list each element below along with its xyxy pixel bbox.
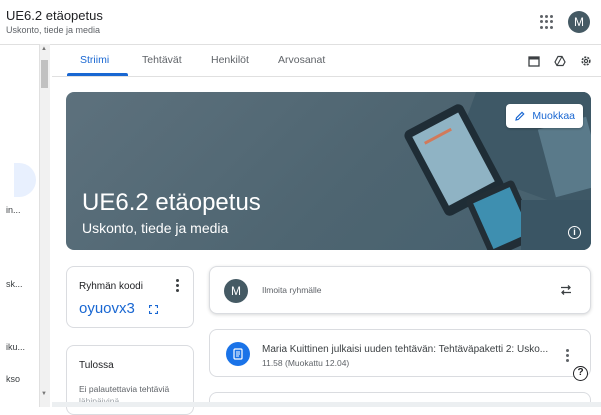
upcoming-text: Ei palautettavia tehtäviä: [79, 384, 170, 394]
banner-subtitle: Uskonto, tiede ja media: [82, 220, 229, 236]
sidebar-scrollbar-thumb[interactable]: [41, 60, 48, 88]
edit-banner-label: Muokkaa: [532, 110, 575, 122]
tab-grades[interactable]: Arvosanat: [278, 54, 325, 66]
active-tab-indicator: [67, 73, 128, 76]
stream-post[interactable]: Maria Kuittinen julkaisi uuden tehtävän:…: [209, 329, 591, 377]
upcoming-title: Tulossa: [79, 360, 114, 371]
scroll-up-icon[interactable]: ▲: [41, 46, 47, 52]
more-vert-icon[interactable]: [566, 349, 569, 364]
class-code-card: Ryhmän koodi oyuovx3: [66, 266, 194, 328]
repost-icon[interactable]: [559, 283, 573, 297]
bottom-strip: [52, 402, 601, 407]
calendar-icon[interactable]: [528, 55, 540, 67]
class-code-label: Ryhmän koodi: [79, 281, 143, 292]
course-title[interactable]: UE6.2 etäopetus: [6, 8, 103, 23]
scroll-down-icon[interactable]: ▼: [41, 391, 47, 397]
tab-stream[interactable]: Striimi: [80, 54, 109, 66]
top-app-bar: UE6.2 etäopetus Uskonto, tiede ja media …: [0, 0, 601, 44]
class-code-value[interactable]: oyuovx3: [79, 300, 135, 317]
avatar: M: [224, 279, 248, 303]
tab-bar: [52, 44, 601, 77]
help-icon[interactable]: ?: [573, 366, 588, 381]
post-timestamp: 11.58 (Muokattu 12.04): [262, 358, 350, 368]
info-icon[interactable]: i: [568, 226, 581, 239]
drive-icon[interactable]: [554, 55, 566, 67]
sidebar-item[interactable]: iku...: [6, 342, 25, 352]
pencil-icon: [515, 111, 525, 121]
announce-input[interactable]: Ilmoita ryhmälle: [262, 285, 322, 295]
more-vert-icon[interactable]: [176, 279, 179, 294]
assignment-icon: [226, 342, 250, 366]
announce-card[interactable]: M Ilmoita ryhmälle: [209, 266, 591, 314]
course-subtitle: Uskonto, tiede ja media: [6, 25, 101, 35]
apps-grid-icon[interactable]: [540, 15, 554, 29]
sidebar-selected-indicator: [14, 163, 36, 197]
sidebar-item[interactable]: kso: [6, 374, 20, 384]
sidebar-item[interactable]: sk...: [6, 279, 23, 289]
tab-classwork[interactable]: Tehtävät: [142, 54, 182, 66]
fullscreen-icon[interactable]: [149, 305, 158, 314]
tab-people[interactable]: Henkilöt: [211, 54, 249, 66]
post-title[interactable]: Maria Kuittinen julkaisi uuden tehtävän:…: [262, 344, 548, 355]
settings-icon[interactable]: [580, 55, 592, 67]
sidebar-item[interactable]: in...: [6, 205, 21, 215]
banner-title: UE6.2 etäopetus: [82, 189, 261, 216]
sidebar-scrollbar[interactable]: [39, 44, 50, 407]
edit-banner-button[interactable]: Muokkaa: [506, 104, 583, 128]
class-banner: Muokkaa UE6.2 etäopetus Uskonto, tiede j…: [66, 92, 591, 250]
account-avatar[interactable]: M: [568, 11, 590, 33]
